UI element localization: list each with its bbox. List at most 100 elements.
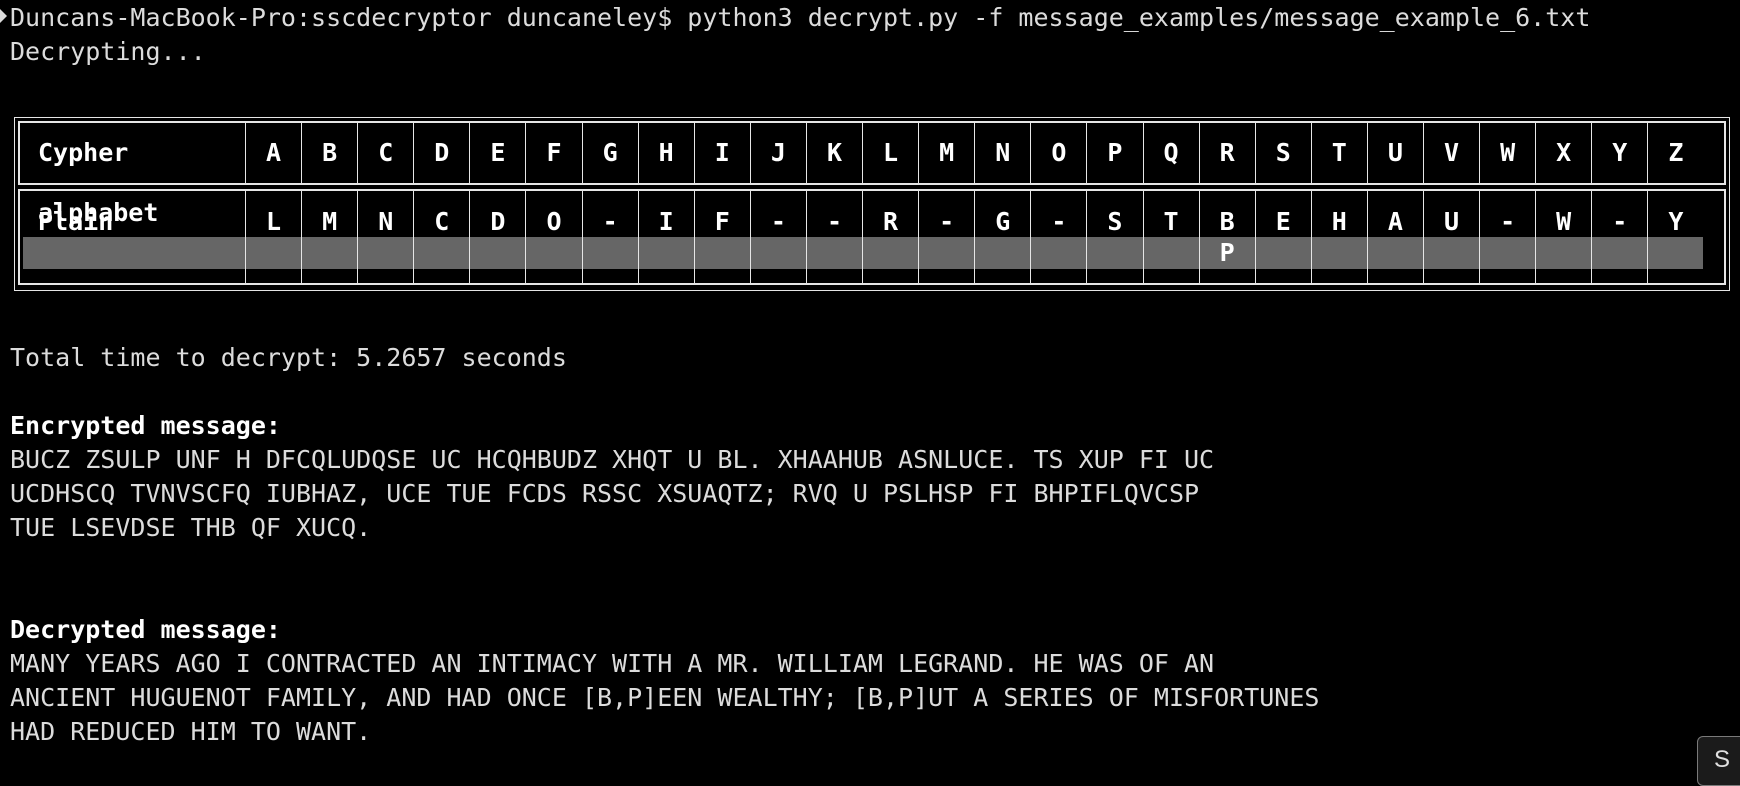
plain-letter-cell: - [1591, 191, 1648, 283]
plain-alt-letter [1087, 237, 1143, 269]
plain-alt-letter [1648, 237, 1704, 269]
cypher-letter-cell: E [469, 123, 525, 183]
cypher-letter-cell: J [749, 123, 806, 183]
plain-letter: L [266, 207, 282, 236]
corner-button[interactable]: S [1697, 736, 1740, 786]
plain-letter-cell: - [581, 191, 638, 283]
plain-letter: S [1107, 207, 1123, 236]
plain-letter-cell: Y [1647, 191, 1704, 283]
plain-alt-letter [975, 237, 1031, 269]
plain-letter: U [1443, 207, 1460, 236]
plain-alphabet-label: Plain alphabet [20, 191, 245, 283]
plain-alt-letter [414, 237, 470, 269]
plain-alt-letter [1311, 237, 1367, 269]
decrypted-line: MANY YEARS AGO I CONTRACTED AN INTIMACY … [10, 649, 1215, 678]
plain-letter-cell: F [693, 191, 750, 283]
plain-letter: - [1612, 207, 1628, 236]
plain-letter-cell: C [413, 191, 470, 283]
plain-letter-cell: O [525, 191, 582, 283]
cypher-letter-cell: V [1422, 123, 1479, 183]
plain-letter: C [434, 207, 450, 236]
plain-letter-cell: N [357, 191, 414, 283]
cypher-letter-cell: T [1310, 123, 1367, 183]
status-text: Decrypting... [10, 37, 206, 66]
plain-letter: N [378, 207, 394, 236]
cypher-letter-cell: C [357, 123, 413, 183]
decrypted-line: HAD REDUCED HIM TO WANT. [10, 717, 372, 746]
plain-alt-letter [470, 237, 526, 269]
substitution-table: Cypher alphabet ABCDEFGHIJKLMNOPQRSTUVWX… [14, 117, 1730, 291]
cypher-letter-cell: N [974, 123, 1030, 183]
plain-letter: F [714, 207, 730, 236]
plain-letter-cell: U [1422, 191, 1480, 283]
plain-letter: O [546, 207, 562, 236]
plain-letter: D [490, 207, 506, 236]
plain-letter-cell: S [1086, 191, 1143, 283]
plain-letter-cell: - [749, 191, 806, 283]
cypher-letter-cell: I [693, 123, 750, 183]
cypher-letter-cell: P [1086, 123, 1142, 183]
plain-alt-letter [694, 237, 750, 269]
plain-letter-cell: E [1254, 191, 1311, 283]
plain-letter-cell: D [469, 191, 526, 283]
plain-alt-letter [526, 237, 582, 269]
cypher-letter-cell: F [525, 123, 581, 183]
cypher-alphabet-label: Cypher alphabet [38, 138, 159, 227]
decrypted-heading: Decrypted message: [10, 615, 281, 644]
plain-alt-letter [750, 237, 806, 269]
plain-letter: M [322, 207, 338, 236]
plain-letter: - [770, 207, 786, 236]
cypher-letter-cell: W [1479, 123, 1535, 183]
plain-alt-letter [1255, 237, 1311, 269]
plain-letter-cell: - [805, 191, 863, 283]
plain-letter-cell: - [1030, 191, 1087, 283]
plain-letter: - [1051, 207, 1067, 236]
plain-alt-letter [919, 237, 975, 269]
cypher-letter-cell: O [1030, 123, 1086, 183]
plain-letter-cell: G [974, 191, 1031, 283]
cypher-letter-cell: K [805, 123, 862, 183]
plain-letter-cell: H [1310, 191, 1367, 283]
cypher-letter-cell: Q [1142, 123, 1199, 183]
prompt-marker-icon [0, 9, 7, 23]
plain-letter: A [1387, 207, 1403, 236]
plain-alt-letter [1536, 237, 1592, 269]
cypher-letter-cell: A [245, 123, 301, 183]
plain-letter: - [1500, 207, 1516, 236]
plain-alt-letter [1480, 237, 1536, 269]
cypher-row: Cypher alphabet ABCDEFGHIJKLMNOPQRSTUVWX… [18, 121, 1726, 227]
plain-letter-cell: I [637, 191, 694, 283]
cypher-letter-cell: X [1535, 123, 1591, 183]
encrypted-line: TUE LSEVDSE THB QF XUCQ. [10, 513, 372, 542]
timing-text: Total time to decrypt: 5.2657 seconds [10, 343, 567, 372]
plain-letter-cell: L [245, 191, 302, 283]
plain-alt-letter [246, 237, 302, 269]
encrypted-line: UCDHSCQ TVNVSCFQ IUBHAZ, UCE TUE FCDS RS… [10, 479, 1200, 508]
plain-letter: - [826, 207, 843, 236]
plain-letter-cell: - [1479, 191, 1536, 283]
plain-letter: E [1275, 207, 1291, 236]
cypher-letter-cell: U [1366, 123, 1423, 183]
plain-letter-cell: T [1142, 191, 1199, 283]
plain-letter: Y [1668, 207, 1684, 236]
plain-alt-letter [1031, 237, 1087, 269]
plain-letter: - [602, 207, 618, 236]
plain-letter-cell: W [1535, 191, 1592, 283]
cypher-letter-cell: G [581, 123, 638, 183]
cypher-letter-cell: R [1198, 123, 1255, 183]
plain-letter: - [939, 207, 955, 236]
cypher-letter-cell: Z [1647, 123, 1703, 183]
plain-letter: W [1556, 207, 1572, 236]
plain-letter-cell: BP [1198, 191, 1255, 283]
cypher-letter-cell: D [413, 123, 469, 183]
cypher-letter-cell: M [918, 123, 974, 183]
plain-alt-letter: P [1199, 237, 1255, 269]
plain-alt-letter [358, 237, 414, 269]
plain-letter-cell: M [301, 191, 358, 283]
decrypted-line: ANCIENT HUGUENOT FAMILY, AND HAD ONCE [B… [10, 683, 1320, 712]
plain-row: Plain alphabet LMNCDO-IF--R-G-STBPEHAU-W… [18, 189, 1726, 285]
plain-alt-letter [582, 237, 638, 269]
encrypted-heading: Encrypted message: [10, 411, 281, 440]
plain-letter-cell: R [862, 191, 919, 283]
cypher-letter-cell: Y [1591, 123, 1647, 183]
